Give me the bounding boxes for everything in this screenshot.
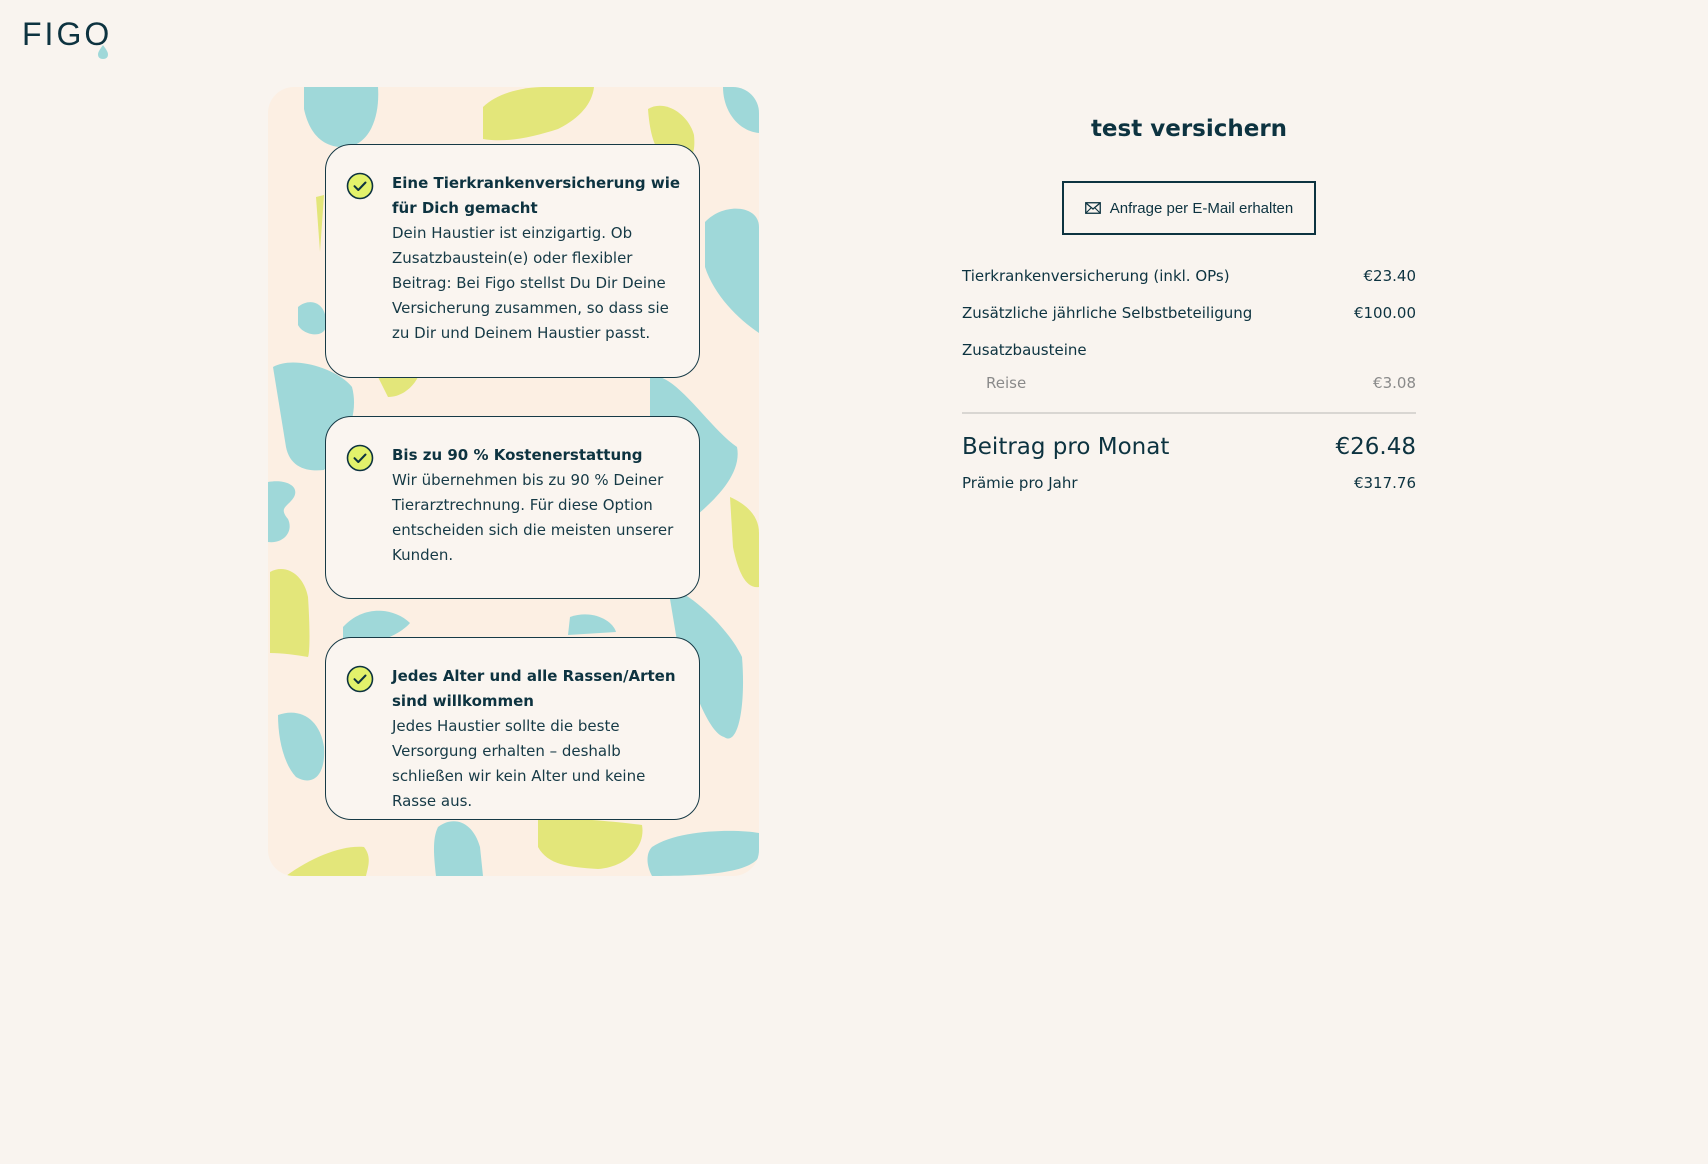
divider xyxy=(962,412,1416,414)
price-line: Tierkrankenversicherung (inkl. OPs) €23.… xyxy=(962,265,1416,287)
benefit-title: Eine Tierkrankenversicherung wie für Dic… xyxy=(392,174,681,217)
figo-logo[interactable]: FIGO xyxy=(22,14,122,64)
benefit-title: Jedes Alter und alle Rassen/Arten sind w… xyxy=(392,667,676,710)
page: FIGO Eine Tierkrankenversicherung wie fü… xyxy=(0,0,1708,1164)
page-title: test versichern xyxy=(1090,116,1288,142)
price-line-label: Zusätzliche jährliche Selbstbeteiligung xyxy=(962,304,1253,322)
benefit-card: Eine Tierkrankenversicherung wie für Dic… xyxy=(325,144,700,378)
benefit-body: Jedes Haustier sollte die beste Versorgu… xyxy=(392,717,646,810)
email-quote-label: Anfrage per E-Mail erhalten xyxy=(1109,199,1294,217)
check-circle-icon xyxy=(346,444,374,472)
yearly-premium-value: €317.76 xyxy=(1353,474,1416,492)
benefits-panel: Eine Tierkrankenversicherung wie für Dic… xyxy=(268,87,759,876)
price-line-value: €23.40 xyxy=(1363,267,1417,285)
addon-line: Reise €3.08 xyxy=(962,372,1416,394)
addons-heading: Zusatzbausteine xyxy=(962,339,1416,361)
benefit-card: Jedes Alter und alle Rassen/Arten sind w… xyxy=(325,637,700,820)
benefit-body: Wir übernehmen bis zu 90 % Deiner Tierar… xyxy=(392,471,674,564)
benefit-body: Dein Haustier ist einzigartig. Ob Zusatz… xyxy=(392,224,669,342)
monthly-total: Beitrag pro Monat €26.48 xyxy=(962,430,1416,464)
price-line-value: €100.00 xyxy=(1353,304,1416,322)
price-line-label: Tierkrankenversicherung (inkl. OPs) xyxy=(962,267,1230,285)
monthly-total-label: Beitrag pro Monat xyxy=(962,434,1170,460)
price-line: Zusätzliche jährliche Selbstbeteiligung … xyxy=(962,302,1416,324)
addon-label: Reise xyxy=(986,374,1027,392)
check-circle-icon xyxy=(346,665,374,693)
email-quote-button[interactable]: Anfrage per E-Mail erhalten xyxy=(1062,181,1316,235)
addons-label: Zusatzbausteine xyxy=(962,341,1087,359)
drop-icon xyxy=(98,45,108,59)
yearly-premium: Prämie pro Jahr €317.76 xyxy=(962,472,1416,494)
benefit-title: Bis zu 90 % Kostenerstattung xyxy=(392,446,643,464)
benefit-card: Bis zu 90 % Kostenerstattung Wir überneh… xyxy=(325,416,700,599)
yearly-premium-label: Prämie pro Jahr xyxy=(962,474,1078,492)
mail-icon xyxy=(1084,202,1101,214)
addon-value: €3.08 xyxy=(1373,374,1416,392)
check-circle-icon xyxy=(346,172,374,200)
price-summary: test versichern Anfrage per E-Mail erhal… xyxy=(962,110,1416,494)
monthly-total-value: €26.48 xyxy=(1335,434,1416,460)
